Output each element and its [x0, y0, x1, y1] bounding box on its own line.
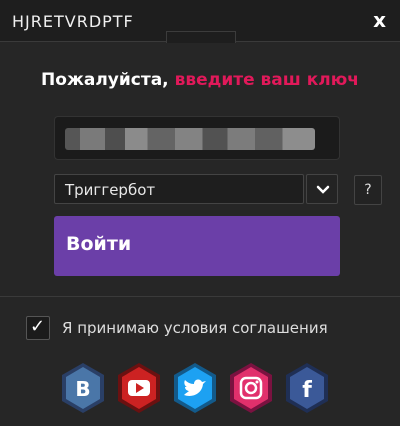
twitter-icon [174, 363, 216, 413]
instagram-link[interactable] [228, 362, 274, 414]
svg-text:B: B [75, 377, 90, 401]
mode-select-dropdown-button[interactable] [306, 174, 338, 204]
window-title: HJRETVRDPTF [12, 12, 134, 31]
instagram-icon [230, 363, 272, 413]
close-button[interactable]: x [373, 8, 386, 32]
key-prompt: Пожалуйста, введите ваш ключ [0, 70, 400, 90]
checkmark-icon: ✓ [30, 316, 46, 337]
vk-link[interactable]: B [60, 362, 106, 414]
mode-select-value: Триггербот [65, 181, 156, 199]
title-bar: HJRETVRDPTF x [0, 0, 400, 43]
title-bar-notch [166, 31, 236, 43]
chevron-down-icon [316, 180, 330, 198]
prompt-accent: введите ваш ключ [174, 70, 359, 90]
agreement-checkbox[interactable]: ✓ [26, 316, 50, 340]
agreement-label[interactable]: Я принимаю условия соглашения [62, 319, 328, 337]
mode-select[interactable]: Триггербот [54, 174, 304, 204]
key-input-value-redacted [65, 128, 315, 150]
svg-text:f: f [302, 378, 312, 403]
youtube-link[interactable] [116, 362, 162, 414]
facebook-icon: f [286, 363, 328, 413]
youtube-icon [118, 363, 160, 413]
facebook-link[interactable]: f [284, 362, 330, 414]
key-input[interactable] [54, 116, 340, 160]
social-links: B f [0, 362, 400, 414]
vk-icon: B [62, 363, 104, 413]
login-button[interactable]: Войти [54, 216, 340, 276]
login-button-label: Войти [66, 233, 132, 255]
help-button[interactable]: ? [354, 175, 382, 205]
prompt-lead: Пожалуйста, [41, 70, 169, 90]
divider [0, 296, 400, 297]
twitter-link[interactable] [172, 362, 218, 414]
